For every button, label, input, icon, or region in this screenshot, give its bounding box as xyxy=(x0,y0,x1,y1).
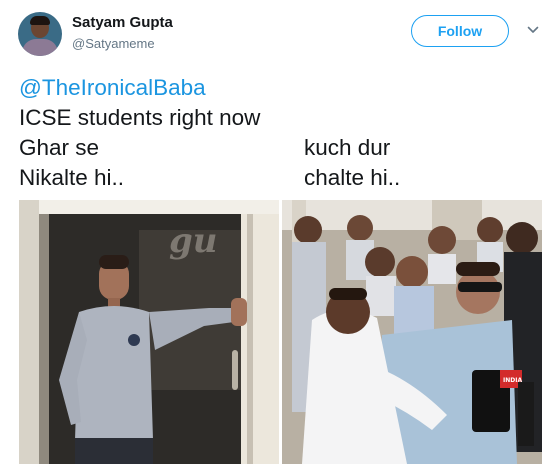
tweet-line-1: ICSE students right now xyxy=(19,105,261,130)
avatar[interactable] xyxy=(18,12,62,56)
left-sign-fragment: gu xyxy=(169,221,218,261)
follow-button[interactable]: Follow xyxy=(411,15,509,47)
mention-link[interactable]: @TheIronicalBaba xyxy=(19,75,206,100)
tweet-left-line-1: Ghar se xyxy=(19,135,100,160)
tweet-left-line-2: Nikalte hi.. xyxy=(19,165,125,190)
avatar-body xyxy=(22,39,58,56)
chevron-down-icon[interactable] xyxy=(527,24,539,36)
tweet-text: @TheIronicalBaba ICSE students right now… xyxy=(19,73,260,193)
author-handle[interactable]: @Satyameme xyxy=(72,36,155,51)
right-photo-image: INDIA xyxy=(282,200,542,464)
tweet-right-line-2: chalte hi.. xyxy=(304,165,401,190)
left-photo-image: gu xyxy=(19,200,279,464)
avatar-hair xyxy=(30,16,50,25)
media-photo-left[interactable]: gu xyxy=(19,200,279,464)
author-name[interactable]: Satyam Gupta xyxy=(72,14,173,31)
media-photo-right[interactable]: INDIA xyxy=(282,200,542,464)
tweet-right-line-1: kuch dur xyxy=(304,135,391,160)
